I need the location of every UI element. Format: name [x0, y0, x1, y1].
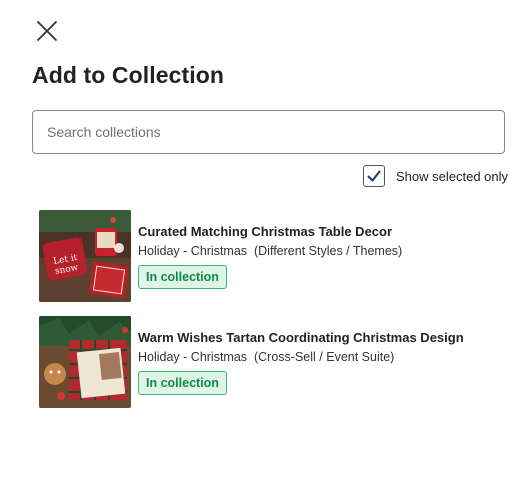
show-selected-checkbox[interactable] — [363, 165, 385, 187]
close-button[interactable] — [34, 18, 60, 44]
collection-thumbnail — [39, 316, 131, 408]
add-to-collection-dialog: Add to Collection Show selected only Let… — [0, 0, 532, 500]
search-collections-input[interactable] — [32, 110, 505, 154]
checkmark-icon — [367, 170, 381, 182]
collection-thumbnail: Let it snow — [39, 210, 131, 302]
show-selected-label: Show selected only — [396, 168, 509, 184]
collection-title: Curated Matching Christmas Table Decor — [138, 224, 393, 239]
in-collection-badge: In collection — [138, 371, 227, 395]
collection-item[interactable]: Let it snow Curated Matching Christmas T… — [39, 210, 509, 302]
in-collection-badge: In collection — [138, 265, 227, 289]
show-selected-only-toggle[interactable]: Show selected only — [363, 165, 508, 187]
collection-subtitle: Holiday - Christmas (Cross-Sell / Event … — [138, 350, 395, 364]
collection-title: Warm Wishes Tartan Coordinating Christma… — [138, 330, 464, 345]
close-icon — [37, 21, 57, 41]
collection-list: Let it snow Curated Matching Christmas T… — [39, 210, 509, 422]
dialog-title: Add to Collection — [32, 62, 225, 88]
collection-item[interactable]: Warm Wishes Tartan Coordinating Christma… — [39, 316, 509, 408]
collection-subtitle: Holiday - Christmas (Different Styles / … — [138, 244, 403, 258]
